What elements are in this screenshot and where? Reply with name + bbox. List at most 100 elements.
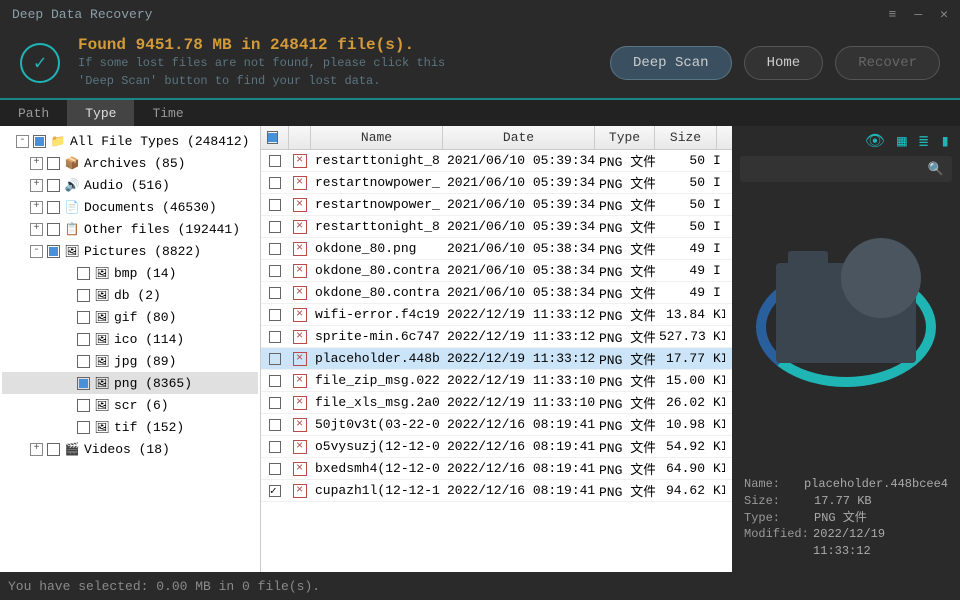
file-row[interactable]: sprite-min.6c747...2022/12/19 11:33:12PN… — [261, 326, 732, 348]
checkbox[interactable] — [47, 157, 60, 170]
row-checkbox[interactable] — [269, 397, 281, 409]
file-size: 54.92 — [655, 439, 709, 454]
tree-node[interactable]: 🖼gif (80) — [2, 306, 258, 328]
file-row[interactable]: okdone_80.contra...2021/06/10 05:38:34PN… — [261, 282, 732, 304]
search-box[interactable]: 🔍 — [740, 156, 952, 182]
row-checkbox[interactable] — [269, 199, 281, 211]
row-checkbox[interactable] — [269, 419, 281, 431]
row-checkbox[interactable] — [269, 265, 281, 277]
checkbox[interactable] — [77, 399, 90, 412]
home-button[interactable]: Home — [744, 46, 824, 80]
checkbox[interactable] — [77, 377, 90, 390]
content: -📁All File Types (248412)+📦Archives (85)… — [0, 126, 960, 572]
tab-type[interactable]: Type — [67, 100, 134, 126]
checkbox[interactable] — [47, 223, 60, 236]
file-row[interactable]: restarttonight_8...2021/06/10 05:39:34PN… — [261, 150, 732, 172]
file-row[interactable]: okdone_80.png2021/06/10 05:38:34PNG 文件49… — [261, 238, 732, 260]
header-date[interactable]: Date — [443, 126, 595, 149]
file-row[interactable]: file_xls_msg.2a0...2022/12/19 11:33:10PN… — [261, 392, 732, 414]
row-checkbox[interactable] — [269, 309, 281, 321]
grid-view-icon[interactable]: ▦ — [897, 131, 907, 151]
file-size-unit: I — [709, 219, 725, 234]
detail-view-icon[interactable]: ▮ — [940, 131, 950, 151]
file-list-body[interactable]: restarttonight_8...2021/06/10 05:39:34PN… — [261, 150, 732, 572]
file-row[interactable]: file_zip_msg.022...2022/12/19 11:33:10PN… — [261, 370, 732, 392]
header-size[interactable]: Size — [655, 126, 717, 149]
tree-node[interactable]: +🎬Videos (18) — [2, 438, 258, 460]
minimize-icon[interactable]: — — [914, 7, 922, 22]
file-size-unit: KI — [709, 373, 725, 388]
row-checkbox[interactable] — [269, 375, 281, 387]
checkbox[interactable] — [77, 355, 90, 368]
tab-path[interactable]: Path — [0, 100, 67, 126]
close-icon[interactable]: ✕ — [940, 7, 948, 22]
checkbox[interactable] — [47, 179, 60, 192]
file-row[interactable]: placeholder.448b...2022/12/19 11:33:12PN… — [261, 348, 732, 370]
tree-node[interactable]: -📁All File Types (248412) — [2, 130, 258, 152]
checkbox[interactable] — [77, 289, 90, 302]
filetype-tree[interactable]: -📁All File Types (248412)+📦Archives (85)… — [0, 126, 260, 572]
header-name[interactable]: Name — [311, 126, 443, 149]
tree-node[interactable]: +📄Documents (46530) — [2, 196, 258, 218]
info-size-value: 17.77 KB — [814, 493, 872, 510]
expand-icon[interactable]: - — [16, 135, 29, 148]
expand-icon[interactable]: + — [30, 157, 43, 170]
file-row[interactable]: restartnowpower_...2021/06/10 05:39:34PN… — [261, 172, 732, 194]
row-checkbox[interactable] — [269, 243, 281, 255]
file-row[interactable]: restarttonight_8...2021/06/10 05:39:34PN… — [261, 216, 732, 238]
tree-node[interactable]: -🖼Pictures (8822) — [2, 240, 258, 262]
header-type[interactable]: Type — [595, 126, 655, 149]
file-date: 2022/12/19 11:33:10 — [443, 395, 595, 410]
checkbox[interactable] — [77, 267, 90, 280]
tree-node[interactable]: 🖼scr (6) — [2, 394, 258, 416]
file-row[interactable]: restartnowpower_...2021/06/10 05:39:34PN… — [261, 194, 732, 216]
checkbox[interactable] — [33, 135, 46, 148]
expand-icon[interactable]: + — [30, 223, 43, 236]
row-checkbox[interactable] — [269, 221, 281, 233]
tab-time[interactable]: Time — [134, 100, 201, 126]
eye-icon[interactable]: 👁 — [865, 131, 885, 151]
file-row[interactable]: bxedsmh4(12-12-0...2022/12/16 08:19:41PN… — [261, 458, 732, 480]
tree-node[interactable]: 🖼tif (152) — [2, 416, 258, 438]
deep-scan-button[interactable]: Deep Scan — [610, 46, 732, 80]
row-checkbox[interactable] — [269, 331, 281, 343]
checkbox[interactable] — [77, 333, 90, 346]
menu-icon[interactable]: ≡ — [889, 7, 897, 22]
header-checkbox[interactable] — [261, 126, 289, 149]
file-row[interactable]: wifi-error.f4c19...2022/12/19 11:33:12PN… — [261, 304, 732, 326]
tree-node[interactable]: 🖼png (8365) — [2, 372, 258, 394]
row-checkbox[interactable] — [269, 463, 281, 475]
row-checkbox[interactable] — [269, 441, 281, 453]
recover-button[interactable]: Recover — [835, 46, 940, 80]
row-checkbox[interactable] — [269, 287, 281, 299]
checkbox[interactable] — [77, 421, 90, 434]
file-row[interactable]: cupazh1l(12-12-1...2022/12/16 08:19:41PN… — [261, 480, 732, 502]
checkbox[interactable] — [77, 311, 90, 324]
row-checkbox[interactable] — [269, 177, 281, 189]
checkbox[interactable] — [47, 443, 60, 456]
file-row[interactable]: o5vysuzj(12-12-0...2022/12/16 08:19:41PN… — [261, 436, 732, 458]
status-text: You have selected: 0.00 MB in 0 file(s). — [8, 579, 320, 594]
file-icon — [293, 242, 307, 256]
tree-node[interactable]: +📦Archives (85) — [2, 152, 258, 174]
tree-node[interactable]: +📋Other files (192441) — [2, 218, 258, 240]
tree-node[interactable]: 🖼ico (114) — [2, 328, 258, 350]
checkbox[interactable] — [47, 201, 60, 214]
list-view-icon[interactable]: ≣ — [919, 131, 929, 151]
expand-icon[interactable]: + — [30, 443, 43, 456]
tree-node[interactable]: 🖼bmp (14) — [2, 262, 258, 284]
checkbox[interactable] — [47, 245, 60, 258]
row-checkbox[interactable] — [269, 155, 281, 167]
tree-node[interactable]: +🔊Audio (516) — [2, 174, 258, 196]
expand-icon[interactable]: + — [30, 179, 43, 192]
expand-icon[interactable]: - — [30, 245, 43, 258]
tree-node[interactable]: 🖼jpg (89) — [2, 350, 258, 372]
file-name: okdone_80.contra... — [311, 285, 443, 300]
tree-node[interactable]: 🖼db (2) — [2, 284, 258, 306]
tree-label: db (2) — [114, 288, 161, 303]
row-checkbox[interactable] — [269, 353, 281, 365]
expand-icon[interactable]: + — [30, 201, 43, 214]
file-row[interactable]: okdone_80.contra...2021/06/10 05:38:34PN… — [261, 260, 732, 282]
row-checkbox[interactable] — [269, 485, 281, 497]
file-row[interactable]: 50jt0v3t(03-22-0...2022/12/16 08:19:41PN… — [261, 414, 732, 436]
